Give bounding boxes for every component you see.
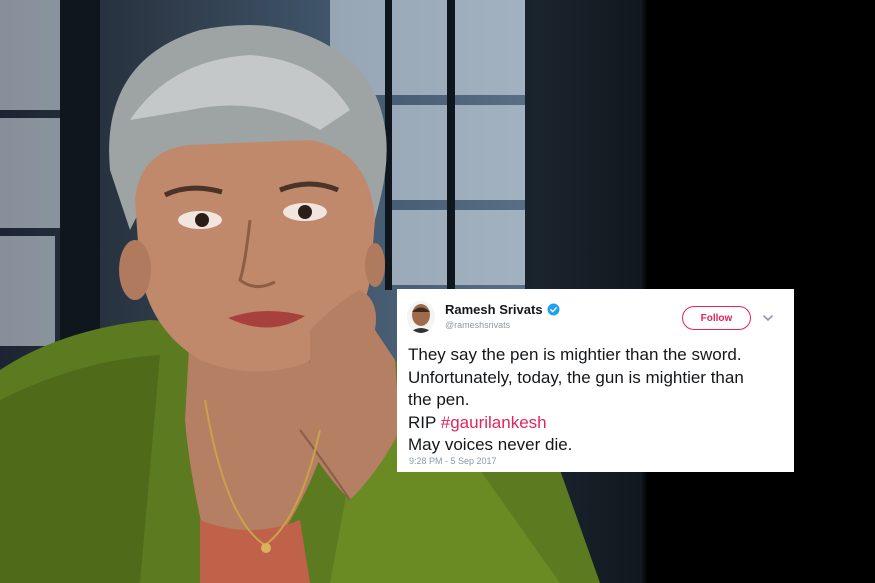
author-name[interactable]: Ramesh Srivats xyxy=(445,302,543,317)
author-avatar[interactable] xyxy=(407,301,435,333)
follow-button[interactable]: Follow xyxy=(682,306,751,330)
author-handle[interactable]: @rameshsrivats xyxy=(445,320,510,330)
chevron-down-icon[interactable] xyxy=(762,313,774,323)
tweet-body: They say the pen is mightier than the sw… xyxy=(408,344,788,457)
embedded-tweet-card: Ramesh Srivats @rameshsrivats Follow The… xyxy=(397,289,794,472)
verified-badge-icon xyxy=(547,303,560,316)
rip-text: RIP xyxy=(408,412,441,432)
tweet-line-3: the pen. xyxy=(408,390,470,409)
tweet-timestamp[interactable]: 9:28 PM - 5 Sep 2017 xyxy=(409,456,497,466)
tweet-line-5: May voices never die. xyxy=(408,435,573,454)
tweet-line-2: Unfortunately, today, the gun is mightie… xyxy=(408,367,744,387)
tweet-line-4: RIP #gaurilankesh xyxy=(408,412,788,435)
hashtag-link[interactable]: #gaurilankesh xyxy=(441,413,547,432)
tweet-line-1: They say the pen is mightier than the sw… xyxy=(408,345,742,364)
